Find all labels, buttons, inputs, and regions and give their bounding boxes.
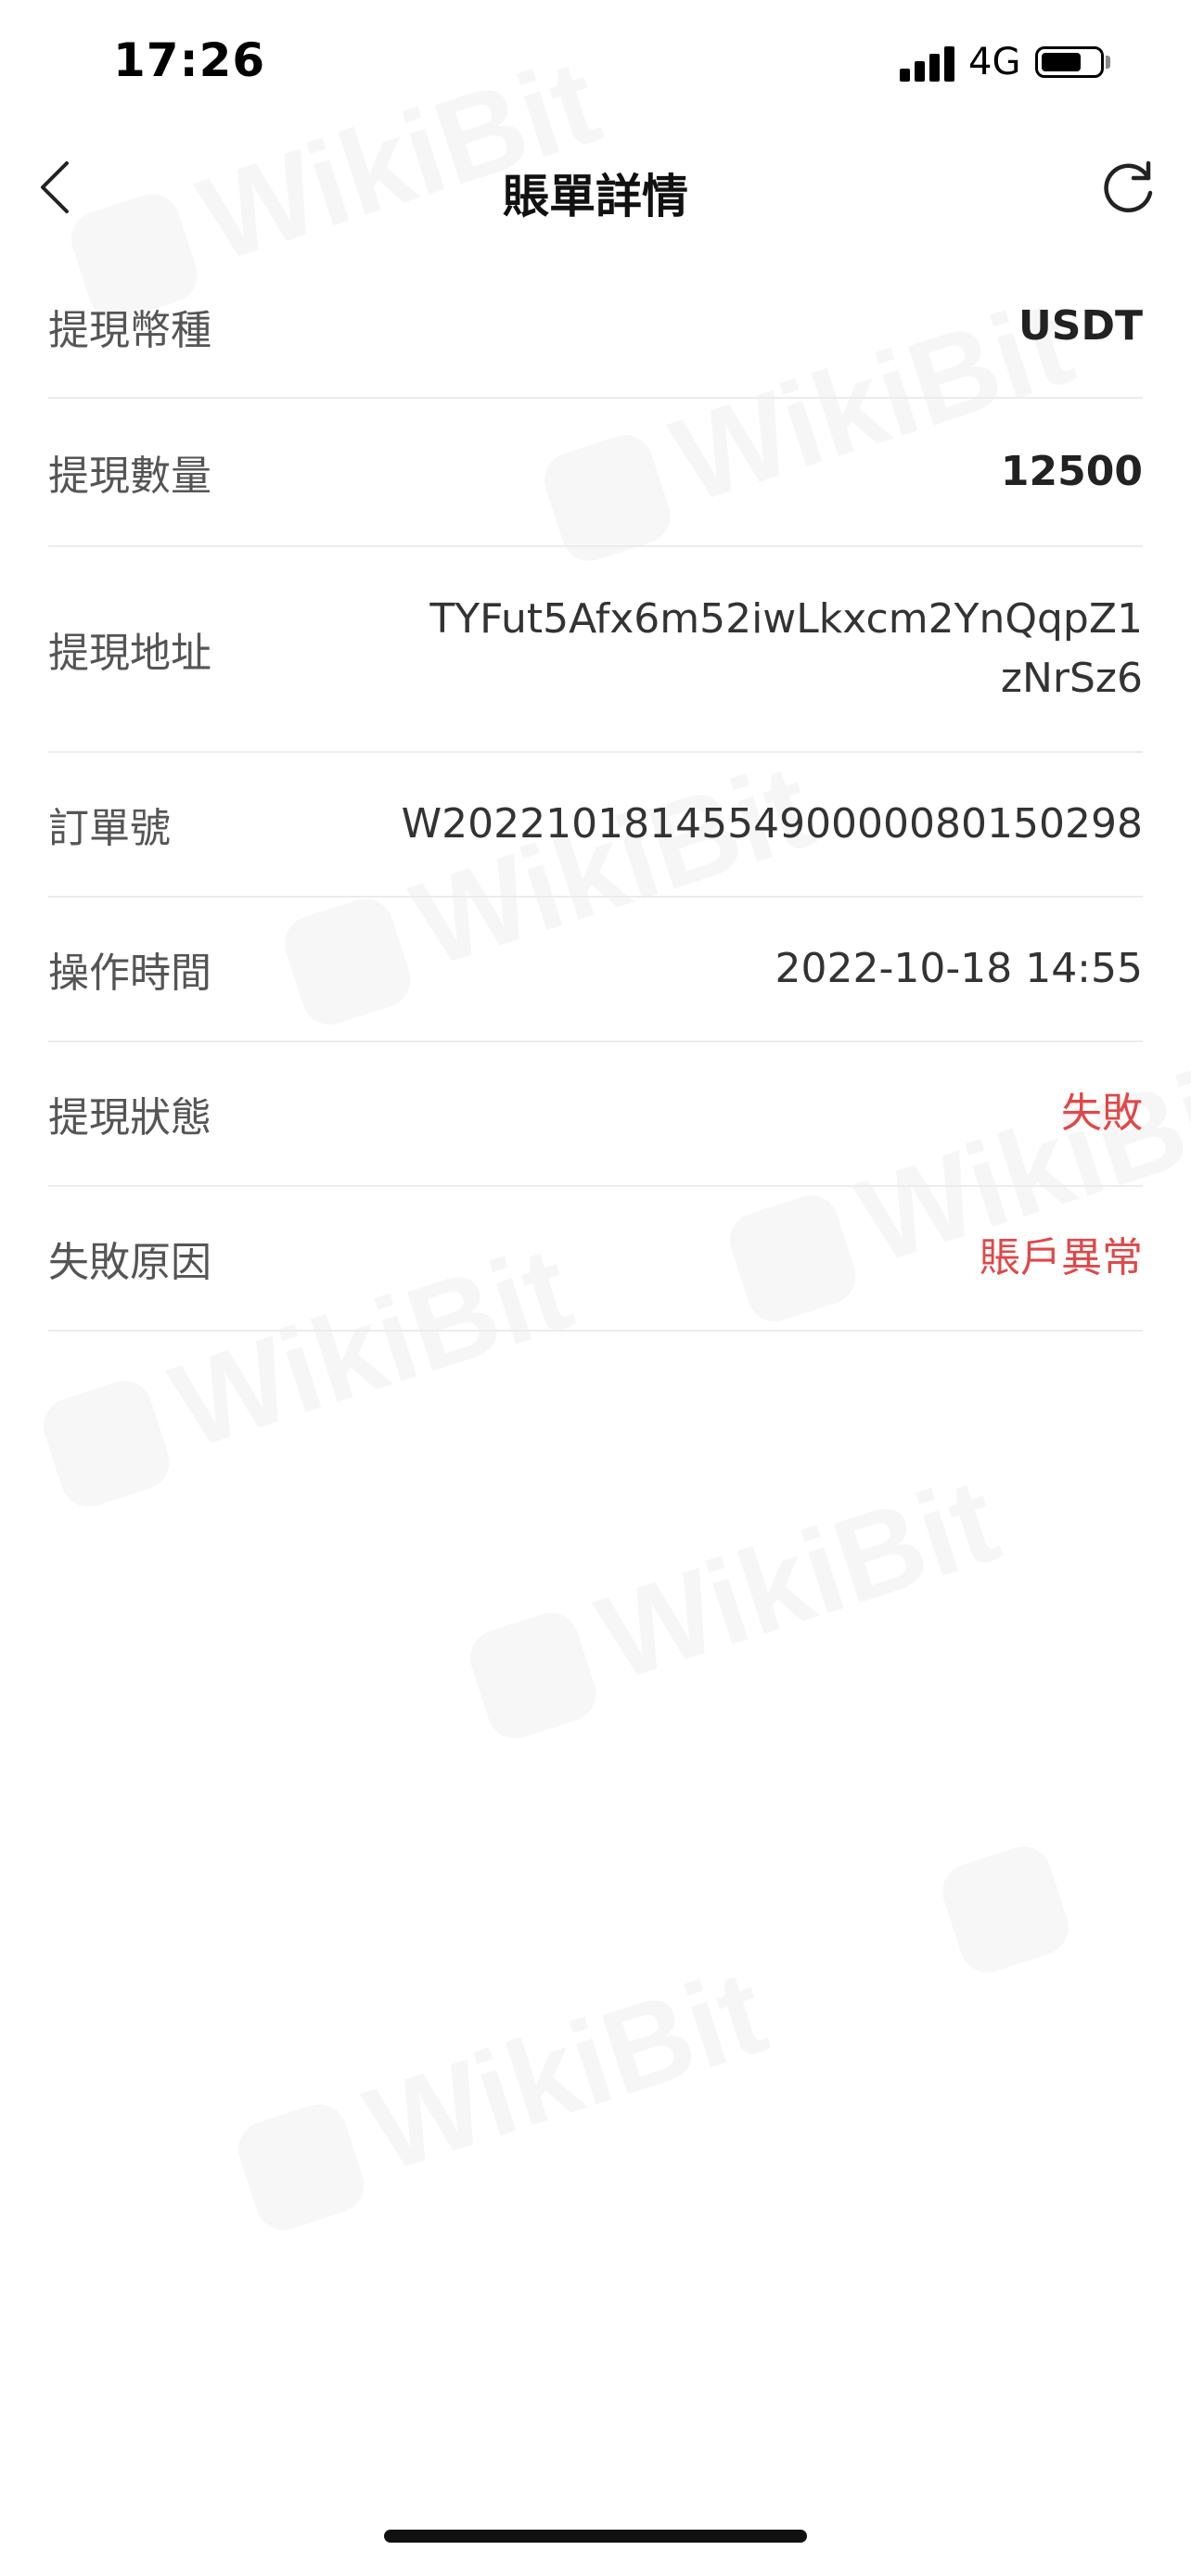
battery-tip — [1106, 56, 1110, 69]
time-value: 2022-10-18 14:55 — [775, 945, 1144, 992]
battery-icon — [1035, 46, 1104, 78]
reason-label: 失敗原因 — [48, 1239, 211, 1286]
nav-bar: 賬單詳情 — [0, 130, 1191, 250]
detail-row-order: 訂單號 W202210181455490000080150298 — [48, 753, 1143, 898]
order-label: 訂單號 — [48, 805, 171, 852]
network-type: 4G — [968, 41, 1021, 83]
reason-value: 賬戶異常 — [980, 1234, 1143, 1282]
detail-row-amount: 提現數量 12500 — [48, 399, 1143, 547]
status-bar: 17:26 4G — [0, 0, 1191, 130]
order-number: W202210181455490000080150298 — [401, 800, 1143, 848]
detail-row-currency: 提現幣種 USDT — [48, 255, 1143, 399]
refresh-icon — [1104, 160, 1153, 213]
currency-label: 提現幣種 — [48, 306, 211, 354]
detail-row-time: 操作時間 2022-10-18 14:55 — [48, 898, 1143, 1042]
status-value: 失敗 — [1061, 1090, 1143, 1137]
detail-row-status: 提現狀態 失敗 — [48, 1042, 1143, 1187]
time-label: 操作時間 — [48, 950, 211, 997]
amount-value: 12500 — [1000, 448, 1143, 495]
detail-row-address: 提現地址 TYFut5Afx6m52iwLkxcm2YnQqpZ1zNrSz6 — [48, 547, 1143, 753]
watermark: WikiBit — [455, 1450, 1013, 1750]
page-title: 賬單詳情 — [503, 170, 688, 223]
battery-level — [1042, 53, 1081, 71]
cellular-signal-icon — [900, 45, 957, 82]
home-indicator[interactable] — [384, 2530, 807, 2543]
bill-detail-list: 提現幣種 USDT 提現數量 12500 提現地址 TYFut5Afx6m52i… — [48, 255, 1143, 1332]
status-label: 提現狀態 — [48, 1094, 211, 1141]
address-label: 提現地址 — [48, 630, 211, 677]
watermark — [928, 1809, 1097, 1983]
refresh-button[interactable] — [1091, 150, 1165, 224]
address-value: TYFut5Afx6m52iwLkxcm2YnQqpZ1zNrSz6 — [429, 595, 1143, 702]
watermark: WikiBit — [224, 1942, 781, 2241]
detail-row-reason: 失敗原因 賬戶異常 — [48, 1187, 1143, 1332]
amount-label: 提現數量 — [48, 453, 211, 500]
currency-value: USDT — [1018, 301, 1143, 350]
status-time: 17:26 — [113, 33, 266, 87]
